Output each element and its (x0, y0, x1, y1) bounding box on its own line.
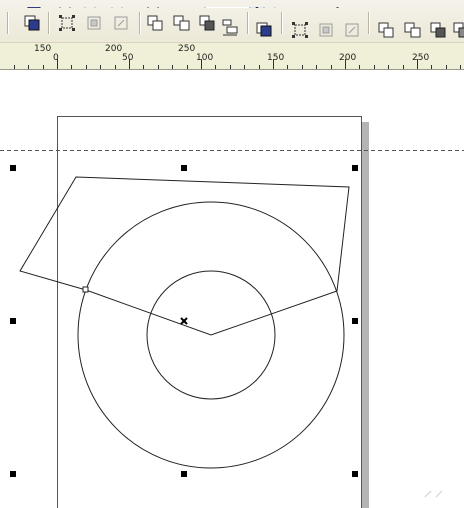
trim-icon-2[interactable] (403, 20, 423, 40)
selection-handle[interactable] (352, 165, 358, 171)
toolbar-separator (48, 12, 49, 34)
intersect-icon-2[interactable] (429, 20, 449, 40)
selection-handle[interactable] (352, 471, 358, 477)
group-icon-2[interactable] (316, 20, 336, 40)
selection-handle[interactable] (181, 471, 187, 477)
back-minus-front-icon[interactable] (452, 20, 464, 40)
arrange-front-icon[interactable] (22, 13, 42, 33)
intersect-icon[interactable] (198, 13, 218, 33)
selection-handle[interactable] (10, 471, 16, 477)
toolbar-separator (139, 12, 140, 34)
ruler-label: 250 (178, 44, 196, 54)
selection-handle[interactable] (181, 165, 187, 171)
align-icon[interactable] (290, 20, 310, 40)
ruler-label: 100 (196, 53, 214, 63)
toolbar-separator (281, 12, 282, 34)
horizontal-ruler[interactable]: 150 200 250 0 50 100 150 200 250 (0, 42, 464, 70)
drawing-canvas[interactable] (0, 71, 464, 508)
to-front-icon[interactable] (255, 20, 275, 40)
weld-icon-2[interactable] (377, 20, 397, 40)
ruler-label: 200 (105, 44, 123, 54)
ruler-label: 0 (53, 53, 59, 63)
watermark-mark (424, 490, 443, 498)
property-toolbar (0, 0, 464, 42)
node-point[interactable] (82, 286, 89, 293)
drawing-surface[interactable] (0, 71, 464, 508)
selection-handle[interactable] (10, 165, 16, 171)
selection-handle[interactable] (352, 318, 358, 324)
toolbar-separator (368, 12, 369, 34)
ungroup-icon-2[interactable] (342, 20, 362, 40)
ungroup-icon[interactable] (111, 13, 131, 33)
group-icon[interactable] (84, 13, 104, 33)
toolbar-top-row (0, 0, 464, 8)
ruler-ticks (14, 59, 461, 69)
toolbar-separator (247, 12, 248, 34)
page-border (57, 116, 362, 508)
ruler-label: 150 (34, 44, 52, 54)
align-distribute-icon[interactable] (57, 13, 77, 33)
ruler-label: 250 (412, 53, 430, 63)
trim-icon[interactable] (172, 13, 192, 33)
ruler-label: 50 (122, 53, 134, 63)
toolbar-separator (7, 12, 8, 34)
weld-icon[interactable] (146, 13, 166, 33)
page-shadow (362, 122, 369, 508)
simplify-icon[interactable] (221, 18, 241, 38)
ruler-label: 200 (339, 53, 357, 63)
selection-handle[interactable] (10, 318, 16, 324)
ruler-label: 150 (267, 53, 285, 63)
